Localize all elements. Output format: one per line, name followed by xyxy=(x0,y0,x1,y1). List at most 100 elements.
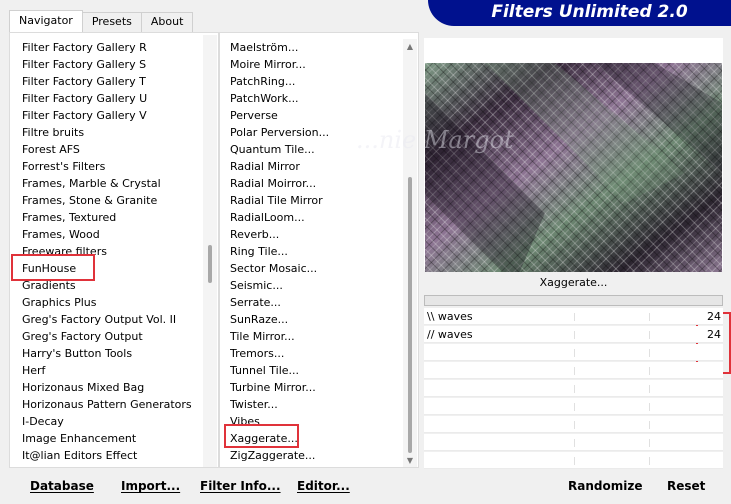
filter-list-item[interactable]: PatchWork... xyxy=(230,90,402,107)
category-list: Filter Factory Gallery R Filter Factory G… xyxy=(22,39,197,467)
filter-list-item[interactable]: Twister... xyxy=(230,396,402,413)
category-list-item[interactable]: Harry's Button Tools xyxy=(22,345,197,362)
editor-button[interactable]: Editor... xyxy=(297,476,350,496)
filter-list-item[interactable]: Radial Moirror... xyxy=(230,175,402,192)
filter-list-item[interactable]: Perverse xyxy=(230,107,402,124)
category-list-item[interactable]: Forrest's Filters xyxy=(22,158,197,175)
preview-pattern xyxy=(425,63,722,283)
category-list-item[interactable]: Frames, Marble & Crystal xyxy=(22,175,197,192)
parameter-name: \\ waves xyxy=(427,310,473,323)
parameter-row[interactable] xyxy=(424,380,723,397)
parameter-row[interactable] xyxy=(424,452,723,469)
filter-list-item[interactable]: Radial Mirror xyxy=(230,158,402,175)
category-list-item[interactable]: Graphics Plus xyxy=(22,294,197,311)
database-button[interactable]: Database xyxy=(30,476,94,496)
category-list-item[interactable]: Horizonaus Mixed Bag xyxy=(22,379,197,396)
scroll-up-icon[interactable]: ▲ xyxy=(403,41,417,53)
scroll-down-icon[interactable]: ▼ xyxy=(403,455,417,467)
slider-tick xyxy=(649,385,650,393)
randomize-button[interactable]: Randomize xyxy=(568,476,642,496)
parameter-row[interactable] xyxy=(424,344,723,361)
preview-image xyxy=(425,63,722,283)
slider-tick xyxy=(649,439,650,447)
category-list-item[interactable]: Filter Factory Gallery V xyxy=(22,107,197,124)
category-list-item[interactable]: Filter Factory Gallery R xyxy=(22,39,197,56)
category-list-item[interactable]: Greg's Factory Output Vol. II xyxy=(22,311,197,328)
slider-tick xyxy=(649,403,650,411)
parameter-value[interactable]: 24 xyxy=(707,308,721,325)
parameter-row[interactable] xyxy=(424,434,723,451)
parameter-value[interactable]: 24 xyxy=(707,326,721,343)
parameter-row[interactable] xyxy=(424,398,723,415)
progress-bar xyxy=(424,295,723,306)
filter-list-item[interactable]: PatchRing... xyxy=(230,73,402,90)
filter-list-item[interactable]: RadialLoom... xyxy=(230,209,402,226)
category-list-item[interactable]: I-Decay xyxy=(22,413,197,430)
reset-button[interactable]: Reset xyxy=(667,476,705,496)
slider-tick xyxy=(574,421,575,429)
category-list-item[interactable]: Filter Factory Gallery U xyxy=(22,90,197,107)
filter-list-item[interactable]: Tremors... xyxy=(230,345,402,362)
slider-tick xyxy=(649,367,650,375)
parameter-list: \\ waves 24 // waves 24 xyxy=(424,308,723,469)
preview-watermark: ...nie Margot xyxy=(356,126,514,154)
parameter-row[interactable]: \\ waves 24 xyxy=(424,308,723,325)
tab-bar: Navigator Presets About xyxy=(9,10,194,32)
filter-list-item[interactable]: Tile Mirror... xyxy=(230,328,402,345)
filter-scroll-thumb[interactable] xyxy=(408,177,412,453)
slider-tick xyxy=(574,385,575,393)
category-list-item[interactable]: It@lian Editors Effect xyxy=(22,447,197,464)
preview-panel: ...nie Margot xyxy=(356,38,723,283)
slider-tick xyxy=(649,349,650,357)
category-list-panel: Filter Factory Gallery R Filter Factory G… xyxy=(9,32,219,468)
category-list-item[interactable]: Filtre bruits xyxy=(22,124,197,141)
slider-tick xyxy=(574,439,575,447)
category-scroll-thumb[interactable] xyxy=(208,245,212,283)
category-list-item[interactable]: Herf xyxy=(22,362,197,379)
slider-tick xyxy=(574,457,575,465)
filter-list-item[interactable]: Sector Mosaic... xyxy=(230,260,402,277)
filter-list-item[interactable]: Ring Tile... xyxy=(230,243,402,260)
filter-list-item[interactable]: Serrate... xyxy=(230,294,402,311)
highlight-category xyxy=(11,254,95,281)
slider-tick xyxy=(649,421,650,429)
slider-tick xyxy=(574,331,575,339)
filter-list-item[interactable]: Tunnel Tile... xyxy=(230,362,402,379)
slider-tick xyxy=(649,457,650,465)
slider-tick xyxy=(574,349,575,357)
filter-list-item[interactable]: Reverb... xyxy=(230,226,402,243)
parameter-row[interactable]: // waves 24 xyxy=(424,326,723,343)
category-list-item[interactable]: Greg's Factory Output xyxy=(22,328,197,345)
filter-info-button[interactable]: Filter Info... xyxy=(200,476,281,496)
filter-list-item[interactable]: Seismic... xyxy=(230,277,402,294)
slider-tick xyxy=(574,403,575,411)
category-list-item[interactable]: Filter Factory Gallery T xyxy=(22,73,197,90)
slider-tick xyxy=(649,331,650,339)
parameter-row[interactable] xyxy=(424,416,723,433)
filter-list-panel: Maelström... Moire Mirror... PatchRing... P… xyxy=(219,32,419,468)
filter-list-item[interactable]: SunRaze... xyxy=(230,311,402,328)
slider-tick xyxy=(574,367,575,375)
tab-navigator[interactable]: Navigator xyxy=(9,10,83,32)
category-list-item[interactable]: Frames, Textured xyxy=(22,209,197,226)
tab-about[interactable]: About xyxy=(140,12,194,32)
filter-scrollbar[interactable]: ▲ ▼ xyxy=(403,39,417,467)
filter-list-item[interactable]: ZigZaggerate... xyxy=(230,447,402,464)
category-list-item[interactable]: Horizonaus Pattern Generators xyxy=(22,396,197,413)
filter-list: Maelström... Moire Mirror... PatchRing... P… xyxy=(230,39,402,467)
filter-list-item[interactable]: Moire Mirror... xyxy=(230,56,402,73)
filter-list-item[interactable]: Turbine Mirror... xyxy=(230,379,402,396)
tab-presets[interactable]: Presets xyxy=(81,12,142,32)
category-list-item[interactable]: Frames, Stone & Granite xyxy=(22,192,197,209)
filter-list-item[interactable]: Maelström... xyxy=(230,39,402,56)
category-list-item[interactable]: Frames, Wood xyxy=(22,226,197,243)
category-list-item[interactable]: Forest AFS xyxy=(22,141,197,158)
parameter-row[interactable] xyxy=(424,362,723,379)
import-button[interactable]: Import... xyxy=(121,476,180,496)
category-list-item[interactable]: Image Enhancement xyxy=(22,430,197,447)
selected-filter-name: Xaggerate... xyxy=(424,272,723,294)
filter-list-item[interactable]: Radial Tile Mirror xyxy=(230,192,402,209)
highlight-filter xyxy=(224,424,299,448)
category-list-item[interactable]: Filter Factory Gallery S xyxy=(22,56,197,73)
category-scrollbar[interactable] xyxy=(203,35,217,467)
